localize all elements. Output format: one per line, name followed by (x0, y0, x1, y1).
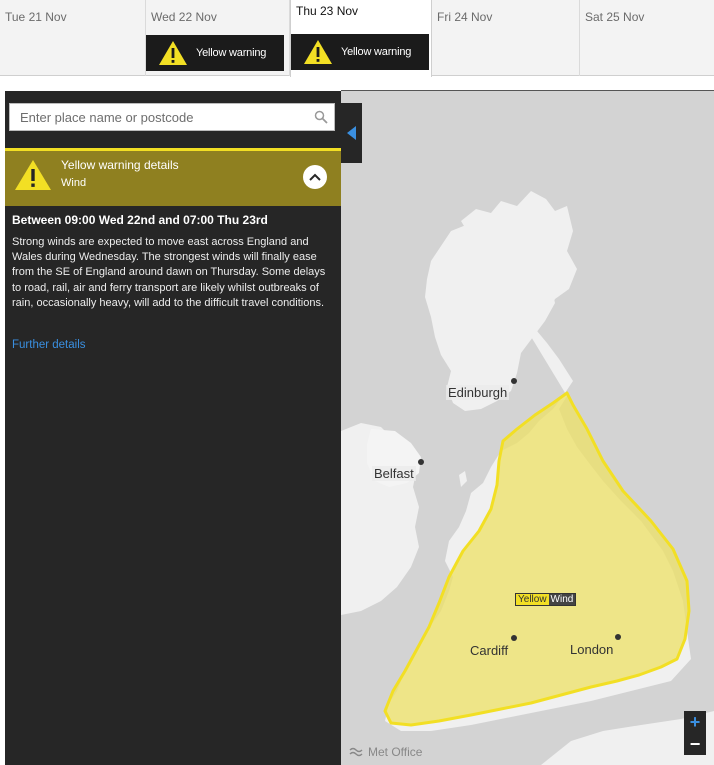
warning-details-header[interactable]: Yellow warning details Wind (5, 148, 341, 206)
collapse-button[interactable] (303, 165, 327, 189)
search-icon[interactable] (314, 110, 328, 124)
warnings-panel: Yellow warning details Wind Between 09:0… (5, 91, 341, 765)
warning-chip-label: Yellow warning (341, 46, 412, 58)
city-label-edinburgh: Edinburgh (446, 385, 510, 400)
tab-day-label: Thu 23 Nov (296, 4, 359, 18)
city-marker-belfast (418, 459, 424, 465)
brand-name: Met Office (368, 745, 423, 759)
warning-level-tag: Yellow (516, 594, 549, 605)
warning-type-tag: Wind (548, 594, 576, 605)
tab-day-label: Fri 24 Nov (437, 10, 493, 24)
chevron-up-icon (309, 173, 321, 181)
warning-description: Strong winds are expected to move east a… (12, 236, 326, 309)
caret-left-icon (346, 126, 356, 140)
city-marker-london (615, 634, 621, 640)
warning-period: Between 09:00 Wed 22nd and 07:00 Thu 23r… (12, 213, 268, 227)
warning-triangle-icon (15, 160, 51, 190)
warning-triangle-icon (304, 40, 332, 64)
warning-details-title: Yellow warning details (61, 158, 179, 172)
city-marker-cardiff (511, 635, 517, 641)
warning-chip[interactable]: Yellow warning (146, 35, 284, 71)
tab-day-label: Sat 25 Nov (585, 10, 645, 24)
tab-day-label: Wed 22 Nov (151, 10, 217, 24)
tab-fri-24-nov[interactable]: Fri 24 Nov (432, 0, 580, 76)
city-label-belfast: Belfast (372, 466, 416, 481)
search-input[interactable] (10, 104, 300, 130)
map-canvas (341, 191, 714, 765)
met-office-logo: Met Office (349, 745, 422, 759)
city-marker-edinburgh (511, 378, 517, 384)
panel-toggle-button[interactable] (341, 103, 362, 163)
tab-day-label: Tue 21 Nov (5, 10, 67, 24)
met-office-waves-icon (349, 747, 363, 757)
land-isle-of-man (459, 471, 467, 487)
warning-triangle-icon (159, 41, 187, 65)
day-tabs: Tue 21 Nov Wed 22 Nov Yellow warning Thu… (0, 0, 714, 77)
city-label-cardiff: Cardiff (470, 643, 509, 658)
tab-tue-21-nov[interactable]: Tue 21 Nov (0, 0, 146, 76)
zoom-in-button[interactable]: + (684, 711, 706, 733)
city-label-london: London (570, 642, 614, 657)
further-details-link[interactable]: Further details (12, 339, 86, 351)
warning-chip[interactable]: Yellow warning (291, 34, 429, 70)
warning-map[interactable] (341, 91, 714, 765)
warning-chip-label: Yellow warning (196, 47, 267, 59)
search-box (9, 103, 335, 131)
warning-area-label[interactable]: Yellow Wind (515, 593, 577, 606)
tab-sat-25-nov[interactable]: Sat 25 Nov (580, 0, 714, 76)
tab-wed-22-nov[interactable]: Wed 22 Nov Yellow warning (146, 0, 290, 76)
warning-type: Wind (61, 177, 87, 189)
tab-thu-23-nov[interactable]: Thu 23 Nov Yellow warning (290, 0, 432, 77)
zoom-out-button[interactable]: − (684, 733, 706, 755)
